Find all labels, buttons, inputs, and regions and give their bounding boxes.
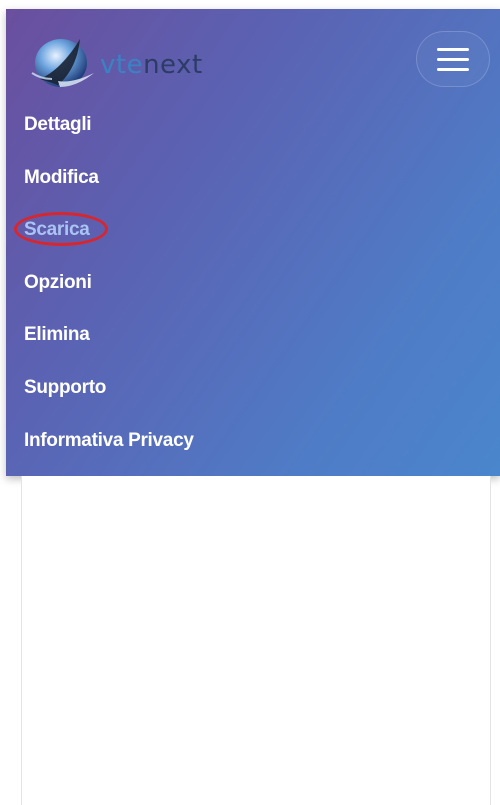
menu-item-label: Informativa Privacy	[24, 429, 194, 451]
main-content-area	[21, 476, 491, 805]
menu-item-label: Dettagli	[24, 114, 92, 135]
menu-item-dettagli[interactable]: Dettagli	[24, 107, 194, 160]
menu-item-opzioni[interactable]: Opzioni	[24, 265, 194, 318]
hamburger-menu-button[interactable]	[416, 31, 490, 87]
menu-item-label: Elimina	[24, 324, 90, 346]
hamburger-bar-icon	[437, 57, 469, 61]
hamburger-bar-icon	[437, 47, 469, 51]
annotation-highlight-ring	[14, 212, 108, 247]
menu-item-informativa-privacy[interactable]: Informativa Privacy	[24, 423, 194, 476]
menu-item-modifica[interactable]: Modifica	[24, 160, 194, 213]
navigation-menu: vtenext Dettagli Modifica Scarica Opzion…	[6, 9, 500, 476]
menu-item-label: Supporto	[24, 376, 107, 398]
page: vtenext Dettagli Modifica Scarica Opzion…	[0, 0, 500, 805]
menu-item-supporto[interactable]: Supporto	[24, 370, 194, 423]
menu-item-label: Modifica	[24, 166, 99, 188]
logo-text-next: next	[143, 50, 203, 80]
hamburger-bar-icon	[437, 67, 469, 71]
menu-item-elimina[interactable]: Elimina	[24, 317, 194, 370]
vtenext-logo[interactable]: vtenext	[28, 23, 228, 95]
logo-text: vtenext	[100, 50, 203, 80]
menu-item-label-wrap: Scarica	[14, 212, 108, 248]
nav-menu-list: Dettagli Modifica Scarica Opzioni Elimin…	[14, 107, 194, 476]
logo-text-vte: vte	[100, 50, 144, 80]
logo-orb-icon	[31, 39, 94, 87]
menu-item-scarica[interactable]: Scarica	[14, 212, 194, 265]
menu-item-label: Opzioni	[24, 271, 92, 293]
